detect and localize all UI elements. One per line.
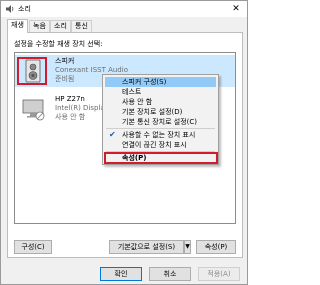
monitor-icon: [22, 99, 45, 121]
menu-item-test[interactable]: 테스트: [105, 87, 216, 97]
instructions-label: 설정을 수정할 재생 장치 선택:: [14, 40, 103, 48]
ok-button[interactable]: 확인: [100, 267, 142, 281]
chevron-down-icon: ▼: [185, 243, 190, 250]
tab-recording[interactable]: 녹음: [29, 20, 50, 32]
window-title: 소리: [18, 5, 31, 13]
tab-strip: 재생 녹음 소리 통신: [7, 19, 243, 33]
highlight-box-speaker: [17, 57, 47, 85]
menu-item-set-default-comm[interactable]: 기본 통신 장치로 설정(C): [105, 117, 216, 127]
sound-dialog: 소리 ✕ 재생 녹음 소리 통신 설정을 수정할 재생 장치 선택: 스피커 C…: [0, 0, 248, 285]
menu-item-show-disconnected[interactable]: 연결이 끊긴 장치 표시: [105, 140, 216, 150]
menu-item-show-disabled[interactable]: ✔ 사용할 수 없는 장치 표시: [105, 130, 216, 140]
menu-separator: [106, 128, 215, 129]
menu-item-label: 기본 장치로 설정(D): [122, 108, 183, 116]
menu-item-set-default-device[interactable]: 기본 장치로 설정(D): [105, 107, 216, 117]
menu-item-configure-speakers[interactable]: 스피커 구성(S): [105, 77, 216, 87]
configure-button[interactable]: 구성(C): [14, 240, 52, 254]
menu-item-label: 테스트: [122, 88, 142, 96]
speaker-app-icon: [6, 5, 14, 13]
close-icon: ✕: [232, 4, 240, 14]
menu-item-label: 스피커 구성(S): [122, 78, 167, 86]
device-name: 스피커: [55, 57, 75, 65]
apply-button[interactable]: 적용(A): [198, 267, 240, 281]
cancel-button[interactable]: 취소: [149, 267, 191, 281]
tab-playback[interactable]: 재생: [7, 19, 28, 33]
context-menu: 스피커 구성(S) 테스트 사용 안 함 기본 장치로 설정(D) 기본 통신 …: [102, 74, 219, 165]
title-bar: 소리 ✕: [1, 1, 247, 17]
menu-item-label: 사용할 수 없는 장치 표시: [122, 131, 196, 139]
menu-item-label: 사용 안 함: [122, 98, 153, 106]
checkmark-icon: ✔: [109, 130, 116, 139]
close-button[interactable]: ✕: [225, 1, 247, 17]
set-default-button[interactable]: 기본값으로 설정(S): [109, 240, 184, 254]
menu-item-disable[interactable]: 사용 안 함: [105, 97, 216, 107]
set-default-dropdown[interactable]: ▼: [184, 240, 191, 254]
tab-communications[interactable]: 통신: [71, 20, 92, 32]
highlight-box-properties: [104, 152, 218, 164]
menu-item-label: 연결이 끊긴 장치 표시: [122, 141, 187, 149]
menu-item-label: 기본 통신 장치로 설정(C): [122, 118, 197, 126]
tab-sounds[interactable]: 소리: [50, 20, 71, 32]
properties-button[interactable]: 속성(P): [196, 240, 236, 254]
